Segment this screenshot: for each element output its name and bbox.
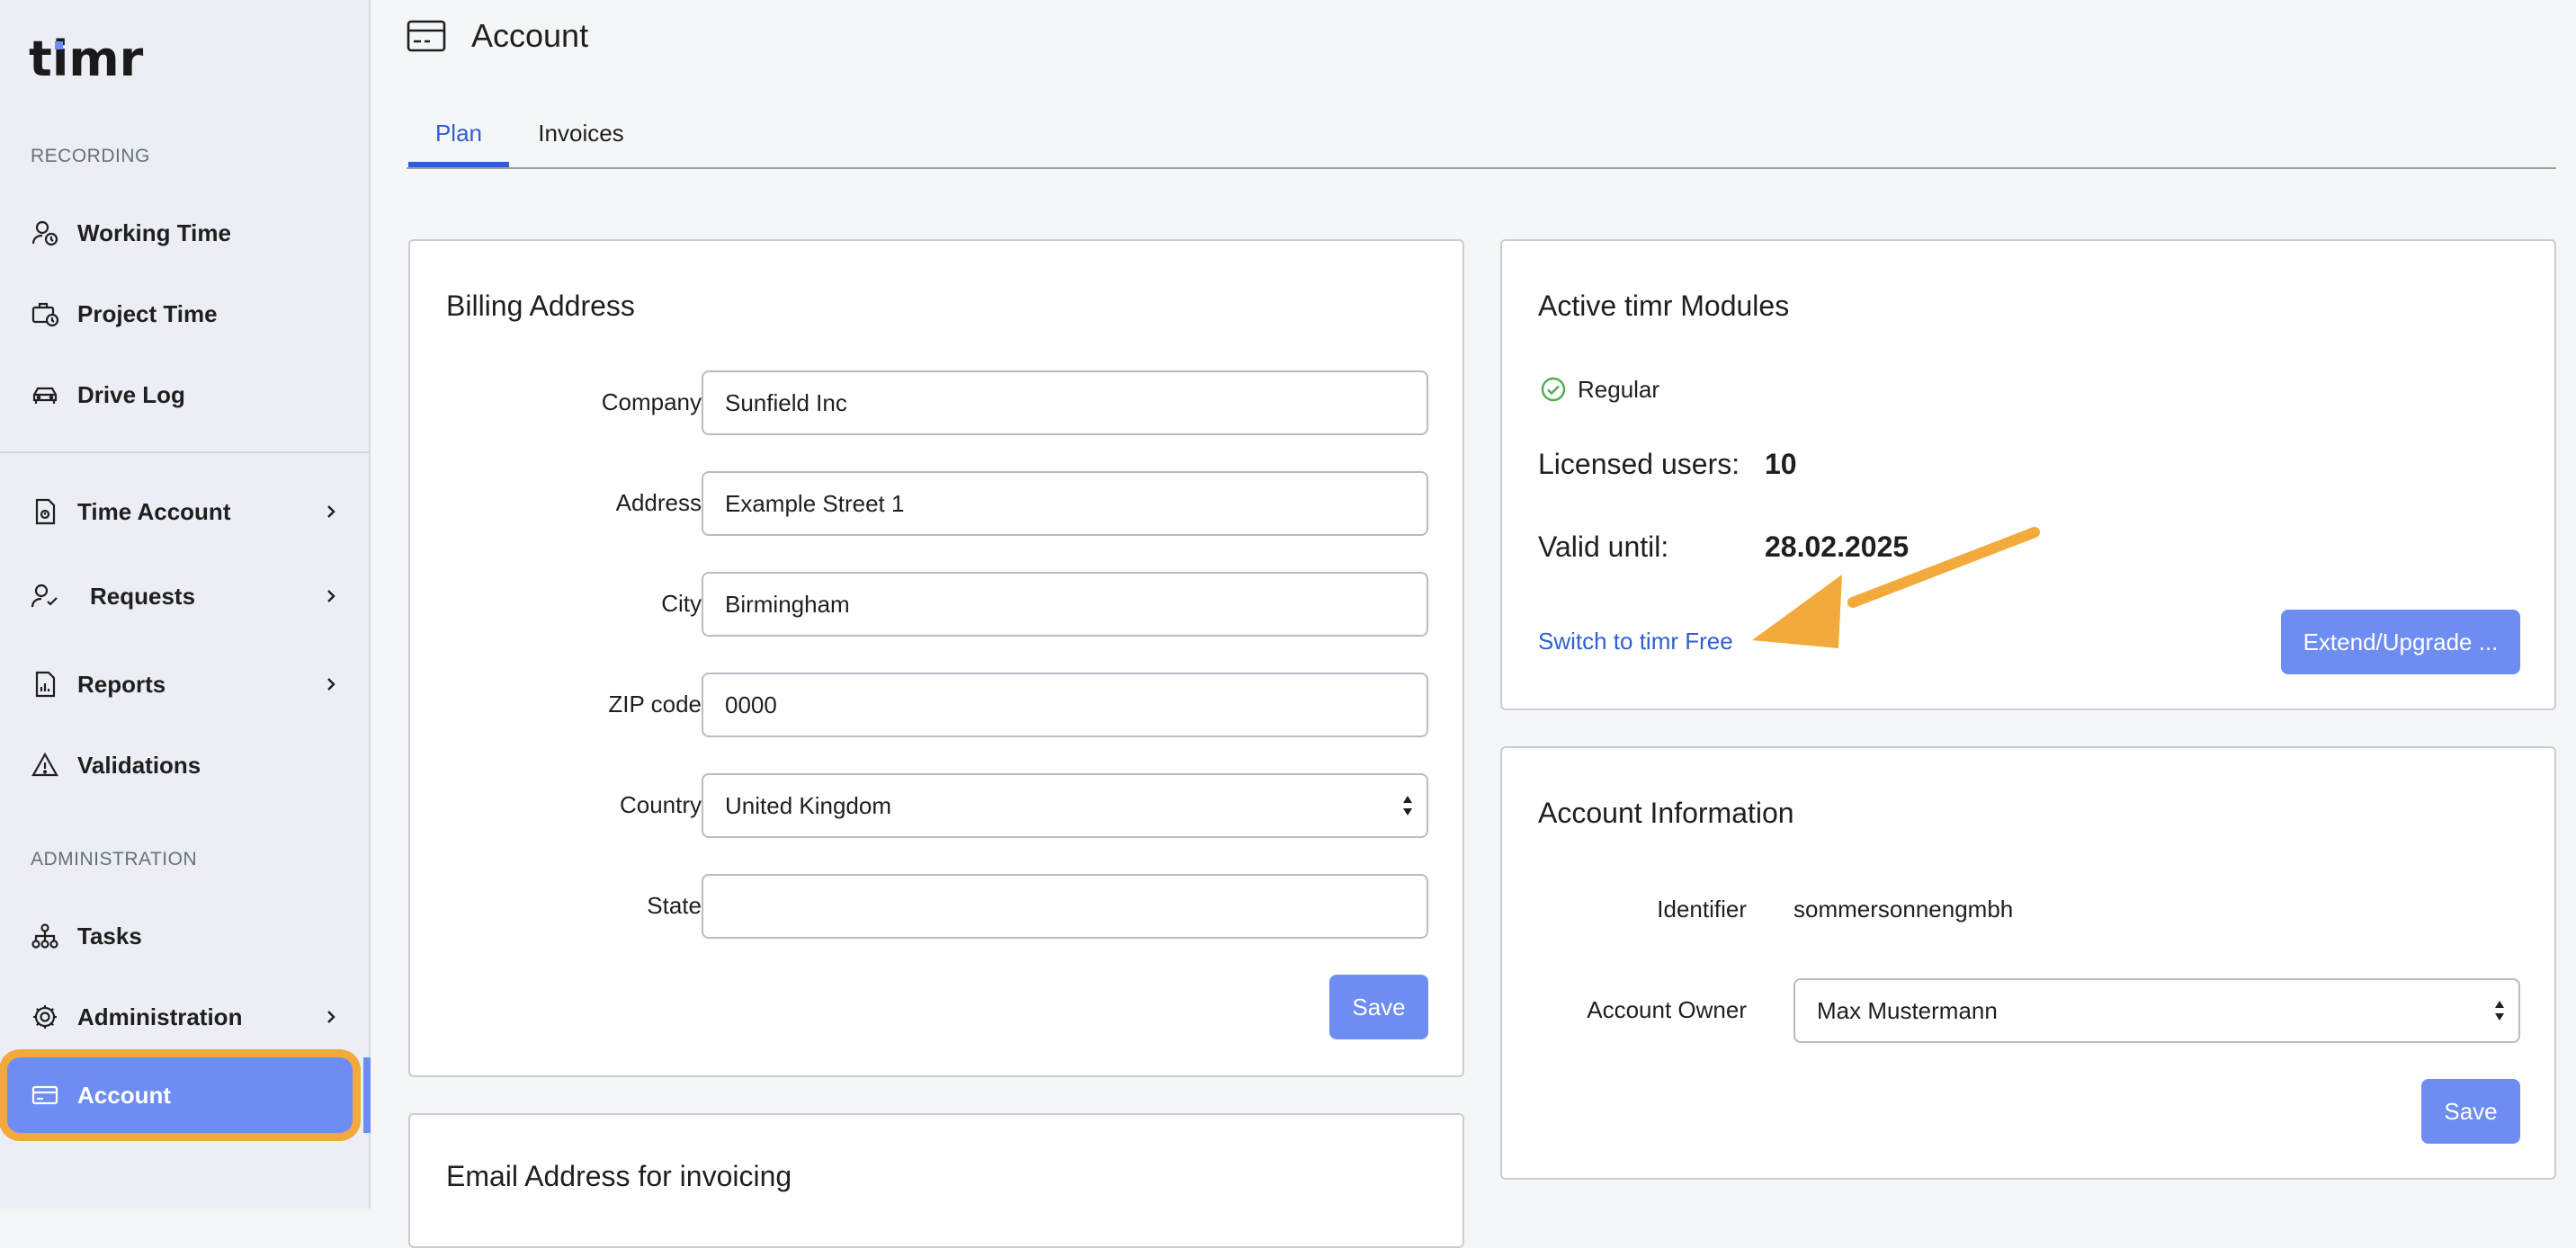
page-title: Account	[471, 17, 589, 54]
sidebar-item-reports[interactable]: Reports	[0, 653, 369, 716]
hierarchy-icon	[31, 922, 59, 950]
extend-upgrade-button[interactable]: Extend/Upgrade ...	[2281, 610, 2520, 674]
select-arrows-icon	[1403, 796, 1412, 816]
annotation-arrow-icon	[1752, 527, 2040, 648]
country-select-value: United Kingdom	[725, 791, 891, 819]
sidebar-item-account[interactable]: Account	[7, 1057, 353, 1133]
sidebar-item-label: Account	[77, 1081, 171, 1109]
page-header: Account	[407, 13, 588, 59]
chevron-right-icon	[327, 505, 335, 518]
company-field[interactable]	[702, 370, 1428, 435]
user-check-icon	[31, 582, 59, 611]
sidebar-item-label: Working Time	[77, 218, 231, 246]
sidebar-item-label: Validations	[77, 751, 201, 779]
report-icon	[31, 670, 59, 699]
module-name: Regular	[1578, 376, 1660, 403]
sidebar-item-validations[interactable]: Validations	[0, 734, 369, 797]
licensed-users-label: Licensed users:	[1538, 448, 1740, 480]
account-save-button[interactable]: Save	[2421, 1079, 2520, 1144]
sidebar: timr RECORDING Working Time Project Time…	[0, 0, 371, 1208]
credit-card-icon	[31, 1081, 59, 1110]
section-label-administration: ADMINISTRATION	[31, 849, 198, 869]
valid-until-label: Valid until:	[1538, 530, 1669, 563]
sidebar-item-administration[interactable]: Administration	[0, 985, 369, 1048]
briefcase-clock-icon	[31, 299, 59, 328]
tab-active-underline	[408, 162, 509, 167]
sidebar-item-label: Project Time	[77, 299, 218, 327]
timr-logo: timr	[29, 32, 144, 86]
billing-address-card: Billing Address Company Address City ZIP…	[408, 239, 1464, 1077]
billing-save-button[interactable]: Save	[1329, 975, 1428, 1039]
car-icon	[31, 380, 59, 409]
identifier-value: sommersonnengmbh	[1793, 896, 2014, 923]
chevron-right-icon	[327, 590, 335, 602]
city-field[interactable]	[702, 572, 1428, 637]
sidebar-item-label: Reports	[77, 670, 166, 698]
tab-plan[interactable]: Plan	[408, 99, 509, 167]
chevron-right-icon	[327, 1011, 335, 1023]
sidebar-item-label: Administration	[77, 1003, 243, 1030]
warning-icon	[31, 751, 59, 780]
sidebar-item-label: Drive Log	[77, 380, 185, 408]
check-circle-icon	[1541, 377, 1566, 402]
card-title: Account Information	[1538, 797, 1794, 829]
card-title: Email Address for invoicing	[446, 1160, 792, 1192]
zip-field[interactable]	[702, 673, 1428, 737]
credit-card-icon	[407, 20, 446, 52]
sidebar-item-working-time[interactable]: Working Time	[0, 201, 369, 264]
gear-icon	[31, 1003, 59, 1031]
sidebar-item-label: Time Account	[77, 497, 231, 525]
document-clock-icon	[31, 497, 59, 526]
account-owner-value: Max Mustermann	[1817, 996, 1998, 1024]
sidebar-divider	[0, 451, 369, 453]
user-clock-icon	[31, 218, 59, 247]
sidebar-item-drive-log[interactable]: Drive Log	[0, 363, 369, 426]
sidebar-item-label: Tasks	[77, 922, 142, 949]
address-field[interactable]	[702, 471, 1428, 536]
sidebar-item-label: Requests	[90, 582, 196, 610]
sidebar-item-project-time[interactable]: Project Time	[0, 282, 369, 345]
account-information-card: Account Information Identifier sommerson…	[1500, 746, 2556, 1180]
card-title: Billing Address	[446, 290, 635, 322]
sidebar-item-requests[interactable]: Requests	[0, 565, 369, 628]
sidebar-item-time-account[interactable]: Time Account	[0, 480, 369, 543]
select-arrows-icon	[2495, 1001, 2504, 1021]
svg-text:timr: timr	[29, 32, 144, 86]
switch-to-free-link[interactable]: Switch to timr Free	[1538, 628, 1733, 655]
sidebar-item-tasks[interactable]: Tasks	[0, 905, 369, 967]
chevron-right-icon	[327, 678, 335, 691]
state-field[interactable]	[702, 874, 1428, 939]
account-owner-select[interactable]: Max Mustermann	[1793, 978, 2520, 1043]
tab-invoices[interactable]: Invoices	[520, 99, 642, 167]
active-indicator	[363, 1057, 371, 1133]
email-invoicing-card: Email Address for invoicing	[408, 1113, 1464, 1248]
card-title: Active timr Modules	[1538, 290, 1790, 322]
tab-bar: Plan Invoices	[407, 99, 2556, 169]
licensed-users-value: 10	[1765, 448, 1797, 480]
section-label-recording: RECORDING	[31, 146, 150, 166]
country-select[interactable]: United Kingdom	[702, 773, 1428, 838]
